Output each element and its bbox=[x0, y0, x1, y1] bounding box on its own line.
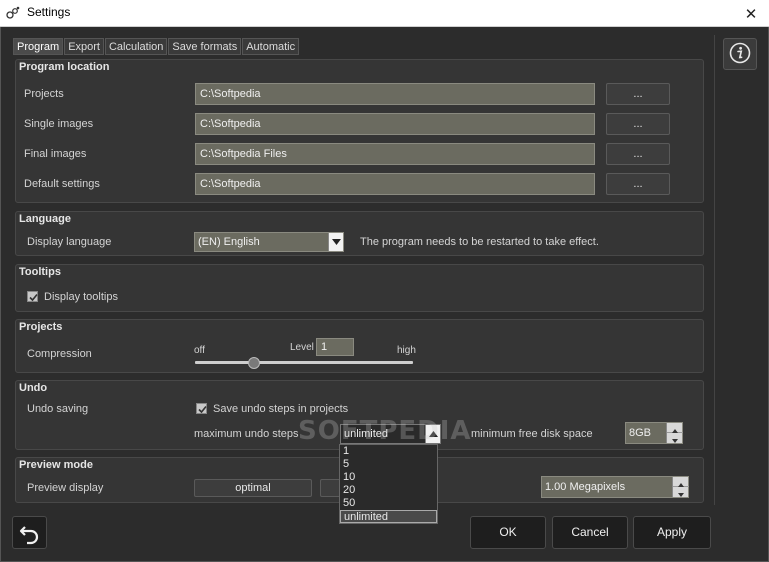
reset-button[interactable] bbox=[12, 516, 47, 549]
tooltips-title: Tooltips bbox=[19, 266, 61, 278]
ok-button[interactable]: OK bbox=[470, 516, 546, 549]
undo-panel: Undo Undo saving Save undo steps in proj… bbox=[15, 380, 704, 450]
min-free-disk-label: minimum free disk space bbox=[471, 428, 593, 440]
display-tooltips-checkbox[interactable] bbox=[27, 291, 38, 302]
tab-automatic[interactable]: Automatic bbox=[242, 38, 300, 55]
max-undo-steps-value: unlimited bbox=[344, 428, 389, 440]
title-bar: Settings ✕ bbox=[0, 0, 769, 27]
tab-program[interactable]: Program bbox=[13, 38, 64, 55]
max-undo-steps-label: maximum undo steps bbox=[194, 428, 299, 440]
max-undo-steps-select[interactable]: unlimited bbox=[340, 424, 441, 444]
compression-max-label: high bbox=[397, 345, 416, 356]
single-images-label: Single images bbox=[24, 118, 94, 130]
compression-level-field[interactable]: 1 bbox=[316, 338, 354, 356]
final-images-path-field[interactable]: C:\Softpedia Files bbox=[195, 143, 595, 165]
default-settings-label: Default settings bbox=[24, 178, 100, 190]
chevron-down-icon[interactable] bbox=[328, 233, 343, 251]
language-panel: Language Display language (EN) English T… bbox=[15, 211, 704, 256]
single-images-path-field[interactable]: C:\Softpedia bbox=[195, 113, 595, 135]
save-undo-steps-label: Save undo steps in projects bbox=[213, 403, 349, 415]
preview-title: Preview mode bbox=[19, 459, 93, 471]
undo-option[interactable]: 5 bbox=[340, 458, 437, 471]
tab-export[interactable]: Export bbox=[64, 38, 104, 55]
restart-note: The program needs to be restarted to tak… bbox=[360, 236, 599, 248]
preview-size-value: 1.00 Megapixels bbox=[545, 481, 626, 493]
tab-save-formats[interactable]: Save formats bbox=[168, 38, 242, 55]
display-language-label: Display language bbox=[27, 236, 112, 248]
window-title: Settings bbox=[27, 5, 71, 19]
max-undo-steps-options: 1 5 10 20 50 unlimited bbox=[339, 444, 438, 524]
preview-size-stepper bbox=[672, 477, 689, 497]
compression-min-label: off bbox=[194, 345, 205, 356]
display-language-select[interactable]: (EN) English bbox=[194, 232, 344, 252]
compression-level-label: Level bbox=[290, 342, 314, 353]
min-free-disk-stepper bbox=[666, 423, 683, 443]
preview-optimal-button[interactable]: optimal bbox=[194, 479, 312, 497]
projects-browse-button[interactable]: ... bbox=[606, 83, 670, 105]
stepper-down-icon[interactable] bbox=[667, 433, 683, 443]
final-images-label: Final images bbox=[24, 148, 87, 160]
undo-option[interactable]: 1 bbox=[340, 445, 437, 458]
info-button[interactable] bbox=[723, 38, 757, 70]
app-icon bbox=[6, 6, 20, 20]
program-location-panel: Program location Projects C:\Softpedia .… bbox=[15, 59, 704, 203]
cancel-button[interactable]: Cancel bbox=[552, 516, 628, 549]
undo-saving-label: Undo saving bbox=[27, 403, 89, 415]
compression-slider-track[interactable] bbox=[195, 361, 413, 364]
apply-button[interactable]: Apply bbox=[633, 516, 711, 549]
save-undo-steps-checkbox[interactable] bbox=[196, 403, 207, 414]
preview-size-spinner[interactable]: 1.00 Megapixels bbox=[541, 476, 689, 498]
undo-arrow-icon bbox=[18, 526, 42, 548]
close-icon[interactable]: ✕ bbox=[733, 0, 769, 27]
undo-option-selected[interactable]: unlimited bbox=[340, 510, 437, 523]
compression-label: Compression bbox=[27, 348, 92, 360]
undo-title: Undo bbox=[19, 382, 48, 394]
stepper-up-icon[interactable] bbox=[673, 477, 689, 487]
right-divider bbox=[714, 35, 715, 505]
language-title: Language bbox=[19, 213, 71, 225]
display-language-value: (EN) English bbox=[198, 236, 260, 248]
min-free-disk-value: 8GB bbox=[629, 427, 652, 439]
projects-path-field[interactable]: C:\Softpedia bbox=[195, 83, 595, 105]
undo-option[interactable]: 10 bbox=[340, 471, 437, 484]
default-settings-browse-button[interactable]: ... bbox=[606, 173, 670, 195]
single-images-browse-button[interactable]: ... bbox=[606, 113, 670, 135]
projects-panel: Projects Compression off Level 1 high bbox=[15, 319, 704, 373]
stepper-down-icon[interactable] bbox=[673, 487, 689, 497]
final-images-browse-button[interactable]: ... bbox=[606, 143, 670, 165]
stepper-up-icon[interactable] bbox=[667, 423, 683, 433]
tab-calculation[interactable]: Calculation bbox=[104, 38, 168, 55]
program-location-title: Program location bbox=[19, 61, 110, 73]
tab-bar: Program Export Calculation Save formats … bbox=[13, 38, 300, 55]
tooltips-panel: Tooltips Display tooltips bbox=[15, 264, 704, 312]
projects-label: Projects bbox=[24, 88, 64, 100]
compression-slider-thumb[interactable] bbox=[247, 357, 260, 369]
info-icon bbox=[729, 42, 751, 67]
chevron-up-icon[interactable] bbox=[425, 425, 440, 443]
min-free-disk-spinner[interactable]: 8GB bbox=[625, 422, 683, 444]
default-settings-path-field[interactable]: C:\Softpedia bbox=[195, 173, 595, 195]
projects-title: Projects bbox=[19, 321, 63, 333]
display-tooltips-label: Display tooltips bbox=[44, 291, 118, 303]
undo-option[interactable]: 20 bbox=[340, 484, 437, 497]
undo-option[interactable]: 50 bbox=[340, 497, 437, 510]
preview-display-label: Preview display bbox=[27, 482, 104, 494]
